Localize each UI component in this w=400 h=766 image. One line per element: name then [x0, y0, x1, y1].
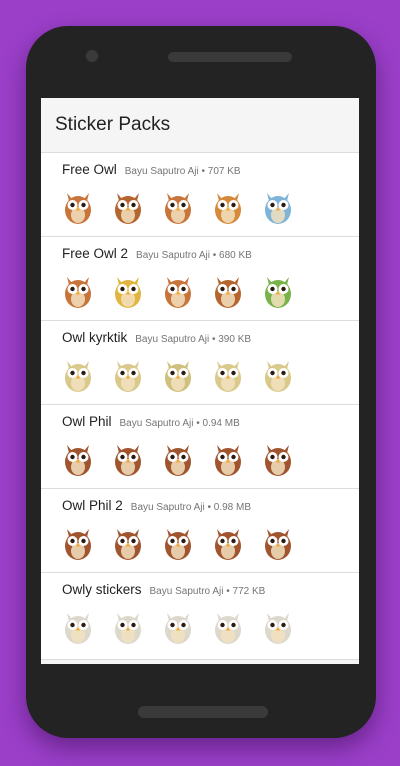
- pack-name: Owl Phil 2: [62, 498, 123, 513]
- pack-name: Free Owl 2: [62, 246, 129, 261]
- separator-dot: •: [209, 250, 220, 261]
- sticker-pack-row[interactable]: Owl kyrktik Bayu Saputro Aji • 390 KB: [41, 320, 359, 404]
- pack-name: Owl kyrktik: [62, 330, 128, 345]
- owl-grin-sticker: [257, 353, 299, 395]
- pack-author: Bayu Saputro Aji: [130, 502, 205, 513]
- pack-header: Owl Phil Bayu Saputro Aji • 0.94 MB: [62, 414, 240, 429]
- pack-name: Owl Phil: [62, 414, 112, 429]
- sticker-preview-strip: [57, 185, 307, 227]
- owl-phil-question-sticker: [57, 521, 99, 563]
- owl-surprised-sticker: [107, 185, 149, 227]
- owl-phil-love-sticker: [157, 437, 199, 479]
- separator-dot: •: [198, 166, 208, 177]
- pack-header: Free Owl Bayu Saputro Aji • 707 KB: [62, 162, 241, 177]
- pack-author: Bayu Saputro Aji: [124, 166, 199, 177]
- pack-author: Bayu Saputro Aji: [149, 586, 224, 597]
- owl-laptop-sticker: [207, 185, 249, 227]
- sticker-preview-strip: [57, 437, 307, 479]
- pack-header: Free Owl 2 Bayu Saputro Aji • 680 KB: [62, 246, 252, 261]
- separator-dot: •: [209, 334, 219, 345]
- owl-phil-newspaper-sticker: [157, 521, 199, 563]
- owl-phil-happy-sticker: [257, 437, 299, 479]
- pack-author: Bayu Saputro Aji: [136, 250, 210, 261]
- owly-sad-sticker: [57, 605, 99, 647]
- sticker-preview-strip: [57, 353, 307, 395]
- owl-phil-wink-sticker: [107, 437, 149, 479]
- pack-size: 0.98 MB: [213, 502, 252, 513]
- pack-name: Free Owl: [62, 162, 117, 177]
- front-camera: [86, 50, 98, 62]
- pack-header: Owl kyrktik Bayu Saputro Aji • 390 KB: [62, 330, 251, 345]
- page-title: Sticker Packs: [55, 114, 171, 135]
- owl-face-sticker: [57, 353, 99, 395]
- separator-dot: •: [204, 502, 214, 513]
- owl-cheer-sticker: [107, 269, 149, 311]
- sticker-pack-list: Free Owl Bayu Saputro Aji • 707 KB Free Ow…: [41, 152, 359, 660]
- owl-dog-sticker: [157, 353, 199, 395]
- earpiece-speaker: [168, 52, 292, 62]
- owl-work-sticker: [257, 269, 299, 311]
- owly-fly-sticker: [207, 605, 249, 647]
- sticker-pack-row[interactable]: Free Owl Bayu Saputro Aji • 707 KB: [41, 152, 359, 236]
- sticker-preview-strip: [57, 269, 307, 311]
- owl-walk-sticker: [207, 353, 249, 395]
- pack-size: 390 KB: [218, 334, 252, 345]
- owl-hola-sticker: [257, 185, 299, 227]
- owl-phil-teatime-sticker: [257, 521, 299, 563]
- owl-reading-sticker: [57, 185, 99, 227]
- pack-header: Owl Phil 2 Bayu Saputro Aji • 0.98 MB: [62, 498, 251, 513]
- owl-hide-sticker: [207, 269, 249, 311]
- owl-phil-hat-sticker: [107, 521, 149, 563]
- owl-phil-sit-sticker: [57, 437, 99, 479]
- sticker-preview-strip: [57, 521, 307, 563]
- sticker-pack-row[interactable]: Free Owl 2 Bayu Saputro Aji • 680 KB: [41, 236, 359, 320]
- owl-think-sticker: [157, 269, 199, 311]
- sticker-pack-row[interactable]: Owl Phil 2 Bayu Saputro Aji • 0.98 MB: [41, 488, 359, 572]
- sticker-preview-strip: [57, 605, 307, 647]
- owly-sleepy-sticker: [257, 605, 299, 647]
- pack-size: 0.94 MB: [202, 418, 240, 429]
- owl-phil-read-sticker: [207, 437, 249, 479]
- sticker-pack-row[interactable]: Owly stickers Bayu Saputro Aji • 772 KB: [41, 572, 359, 660]
- phone-frame: Sticker Packs Free Owl Bayu Saputro Aji •…: [26, 26, 376, 738]
- sticker-pack-row[interactable]: Owl Phil Bayu Saputro Aji • 0.94 MB: [41, 404, 359, 488]
- home-indicator: [138, 706, 268, 718]
- pack-size: 772 KB: [232, 586, 266, 597]
- owl-hug-sticker: [157, 185, 199, 227]
- pack-author: Bayu Saputro Aji: [119, 418, 194, 429]
- owl-dance-sticker: [57, 269, 99, 311]
- separator-dot: •: [193, 418, 203, 429]
- pack-author: Bayu Saputro Aji: [135, 334, 210, 345]
- owly-love-sticker: [157, 605, 199, 647]
- separator-dot: •: [223, 586, 233, 597]
- pack-header: Owly stickers Bayu Saputro Aji • 772 KB: [62, 582, 265, 597]
- owl-phil-sleep-sticker: [207, 521, 249, 563]
- pack-name: Owly stickers: [62, 582, 142, 597]
- owl-stand-sticker: [107, 353, 149, 395]
- app-screen: Sticker Packs Free Owl Bayu Saputro Aji •…: [41, 98, 359, 664]
- pack-size: 680 KB: [219, 250, 252, 261]
- pack-size: 707 KB: [207, 166, 241, 177]
- owly-back-sticker: [107, 605, 149, 647]
